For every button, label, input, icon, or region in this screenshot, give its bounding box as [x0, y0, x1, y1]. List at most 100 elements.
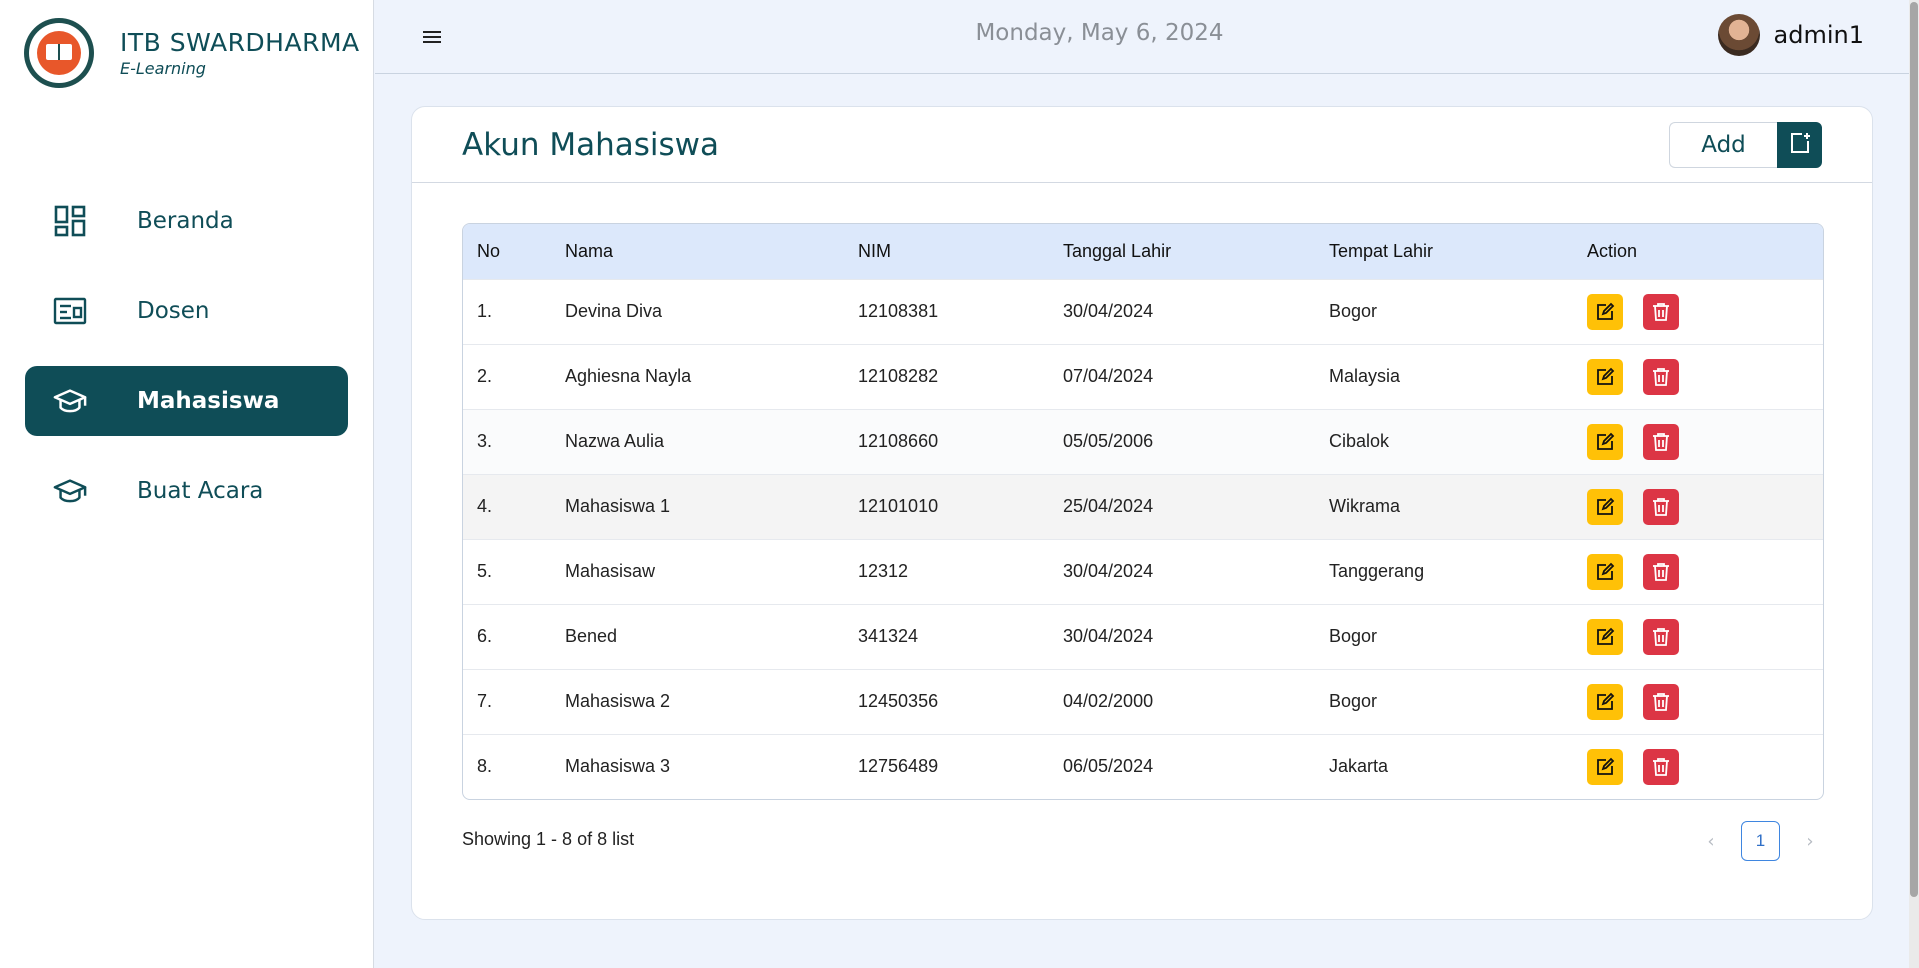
- cell-no: 2.: [477, 366, 493, 386]
- add-button[interactable]: Add: [1669, 122, 1777, 168]
- cell-nama: Mahasiswa 1: [565, 496, 671, 516]
- delete-button[interactable]: [1643, 293, 1679, 330]
- trash-icon: [1653, 497, 1669, 516]
- sidebar-item-beranda[interactable]: Beranda: [25, 186, 348, 256]
- delete-button[interactable]: [1643, 683, 1679, 720]
- sidebar-item-label: Beranda: [137, 208, 234, 234]
- cell-nim: 12101010: [858, 496, 939, 516]
- add-icon-button[interactable]: [1777, 122, 1822, 168]
- cell-no: 4.: [477, 496, 493, 516]
- cell-no: 1.: [477, 301, 493, 321]
- edit-button[interactable]: [1587, 488, 1623, 525]
- delete-button[interactable]: [1643, 748, 1679, 785]
- sidebar-item-buat-acara[interactable]: Buat Acara: [25, 456, 348, 526]
- delete-button[interactable]: [1643, 423, 1679, 460]
- edit-button[interactable]: [1587, 358, 1623, 395]
- column-header-action: Action: [1587, 240, 1638, 261]
- page-1-button[interactable]: 1: [1741, 821, 1780, 861]
- cell-no: 3.: [477, 431, 493, 451]
- edit-button[interactable]: [1587, 618, 1623, 655]
- cell-action: [1587, 474, 1823, 539]
- edit-button[interactable]: [1587, 748, 1623, 785]
- brand[interactable]: ITB SWARDHARMA E-Learning: [24, 18, 360, 88]
- card-header: Akun Mahasiswa Add: [412, 107, 1872, 183]
- edit-icon: [1597, 757, 1615, 775]
- cell-tempat-lahir: Wikrama: [1329, 496, 1400, 516]
- cell-tanggal-lahir: 30/04/2024: [1063, 301, 1154, 321]
- dashboard-icon: [53, 204, 87, 238]
- prev-page-icon[interactable]: ‹: [1699, 831, 1723, 852]
- cell-nama: Mahasiswa 3: [565, 756, 671, 777]
- trash-icon: [1653, 302, 1669, 321]
- table-row: 5. Mahasisaw 12312 30/04/2024 Tanggerang: [463, 539, 1823, 604]
- cell-tanggal-lahir: 04/02/2000: [1063, 691, 1154, 711]
- column-header-nim: NIM: [858, 240, 891, 261]
- user-menu[interactable]: admin1: [1717, 14, 1864, 56]
- column-header-no: No: [477, 240, 501, 261]
- cell-action: [1587, 344, 1823, 409]
- sidebar-item-mahasiswa[interactable]: Mahasiswa: [25, 366, 348, 436]
- cell-nama: Devina Diva: [565, 301, 663, 321]
- table-row: 7. Mahasiswa 2 12450356 04/02/2000 Bogor: [463, 669, 1823, 734]
- edit-button[interactable]: [1587, 423, 1623, 460]
- scrollbar-thumb[interactable]: [1910, 2, 1918, 897]
- edit-button[interactable]: [1587, 553, 1623, 590]
- cell-nim: 341324: [858, 626, 919, 646]
- table-row: 4. Mahasiswa 1 12101010 25/04/2024 Wikrama: [463, 474, 1823, 539]
- cell-nim: 12108381: [858, 301, 939, 321]
- id-card-icon: [53, 294, 87, 328]
- scrollbar[interactable]: [1909, 0, 1919, 968]
- cell-tanggal-lahir: 05/05/2006: [1063, 431, 1154, 451]
- sidebar-nav: Beranda Dosen Mahasiswa Buat Acara: [25, 186, 348, 546]
- cell-nim: 12756489: [858, 756, 939, 777]
- cell-action: [1587, 734, 1823, 799]
- cell-nim: 12108282: [858, 366, 939, 386]
- brand-title: ITB SWARDHARMA: [120, 28, 360, 57]
- table-row: 1. Devina Diva 12108381 30/04/2024 Bogor: [463, 279, 1823, 344]
- table-row: 8. Mahasiswa 3 12756489 06/05/2024 Jakarta: [463, 734, 1823, 799]
- edit-icon: [1597, 302, 1615, 320]
- edit-button[interactable]: [1587, 293, 1623, 330]
- itb-logo: [24, 18, 94, 88]
- trash-icon: [1653, 432, 1669, 451]
- cell-nama: Bened: [565, 626, 618, 646]
- trash-icon: [1653, 367, 1669, 386]
- sidebar-item-label: Mahasiswa: [137, 388, 280, 414]
- username: admin1: [1773, 21, 1864, 49]
- pagination: ‹ 1 ›: [1699, 821, 1822, 861]
- brand-subtitle: E-Learning: [120, 59, 206, 78]
- mahasiswa-card: Akun Mahasiswa Add No Nama NIM Tanggal L…: [411, 106, 1873, 920]
- trash-icon: [1653, 627, 1669, 646]
- cell-tanggal-lahir: 25/04/2024: [1063, 496, 1154, 516]
- cell-no: 6.: [477, 626, 493, 646]
- cell-tanggal-lahir: 30/04/2024: [1063, 626, 1154, 646]
- topbar: Monday, May 6, 2024 admin1: [375, 0, 1909, 74]
- cell-tempat-lahir: Malaysia: [1329, 366, 1401, 386]
- cell-no: 8.: [477, 756, 493, 777]
- sidebar-item-dosen[interactable]: Dosen: [25, 276, 348, 346]
- trash-icon: [1653, 562, 1669, 581]
- add-button-group: Add: [1669, 122, 1822, 168]
- delete-button[interactable]: [1643, 553, 1679, 590]
- trash-icon: [1653, 757, 1669, 776]
- trash-icon: [1653, 692, 1669, 711]
- cell-action: [1587, 604, 1823, 669]
- graduation-cap-icon: [53, 474, 87, 508]
- delete-button[interactable]: [1643, 488, 1679, 525]
- cell-nama: Mahasisaw: [565, 561, 656, 581]
- cell-tempat-lahir: Tanggerang: [1329, 561, 1425, 581]
- sidebar-item-label: Dosen: [137, 298, 210, 324]
- delete-button[interactable]: [1643, 618, 1679, 655]
- cell-tempat-lahir: Cibalok: [1329, 431, 1390, 451]
- cell-tanggal-lahir: 07/04/2024: [1063, 366, 1154, 386]
- next-page-icon[interactable]: ›: [1798, 831, 1822, 852]
- cell-tempat-lahir: Bogor: [1329, 301, 1378, 321]
- table-row: 2. Aghiesna Nayla 12108282 07/04/2024 Malays…: [463, 344, 1823, 409]
- delete-button[interactable]: [1643, 358, 1679, 395]
- cell-no: 5.: [477, 561, 493, 581]
- cell-action: [1587, 669, 1823, 734]
- edit-button[interactable]: [1587, 683, 1623, 720]
- cell-nama: Nazwa Aulia: [565, 431, 665, 451]
- cell-nama: Aghiesna Nayla: [565, 366, 692, 386]
- cell-tempat-lahir: Bogor: [1329, 626, 1378, 646]
